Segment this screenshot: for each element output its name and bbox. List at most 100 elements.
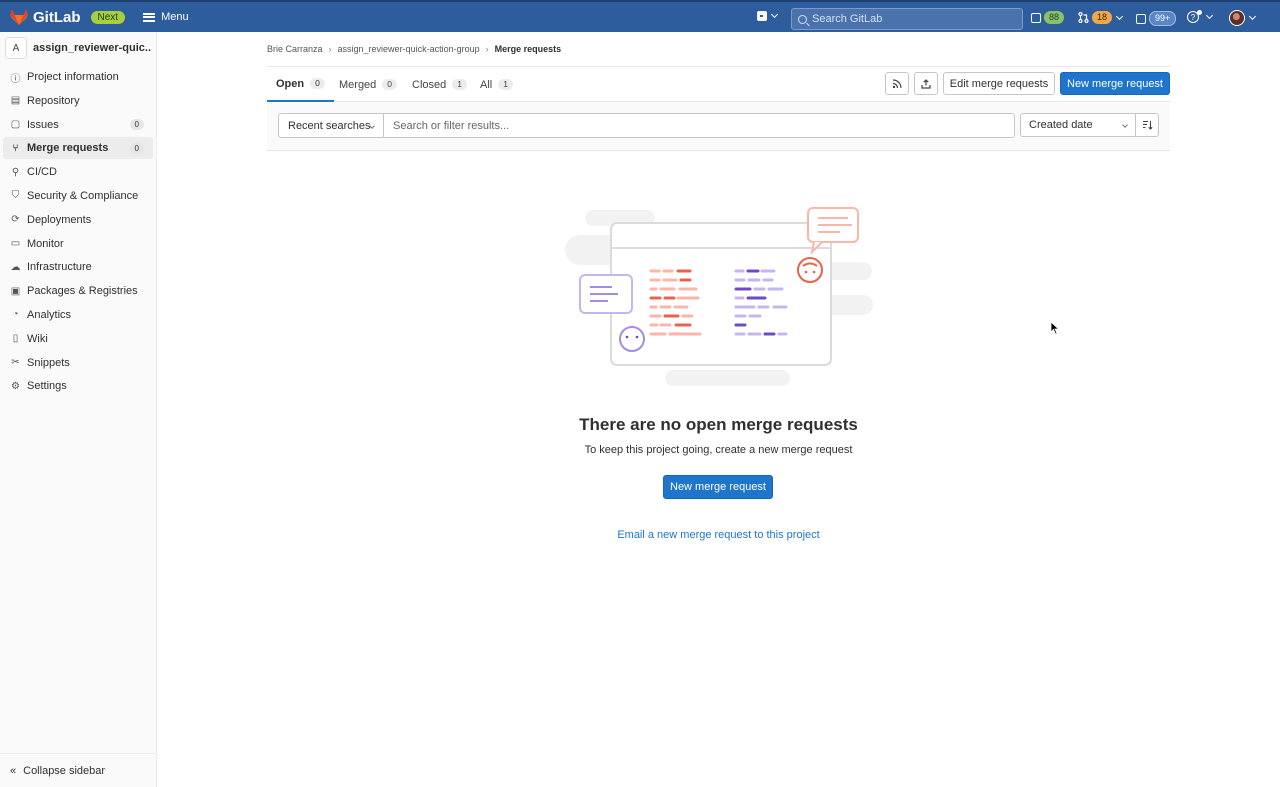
issues-count-badge: 88 (1044, 11, 1065, 24)
sidebar-item-repository[interactable]: ▤ Repository (3, 90, 153, 112)
merge-requests-shortcut[interactable]: 18 (1078, 11, 1124, 24)
user-avatar (1229, 10, 1245, 26)
sidebar-item-label: Issues (27, 118, 59, 131)
sidebar-item-label: Infrastructure (27, 261, 92, 274)
tab-label: All (480, 78, 493, 91)
sidebar-item-label: Merge requests (27, 142, 109, 155)
issues-icon: ▢ (10, 119, 21, 131)
project-avatar: A (5, 37, 27, 59)
sidebar-item-analytics[interactable]: ◔ Analytics (3, 304, 153, 326)
sidebar-item-label: Snippets (27, 356, 70, 369)
merge-request-icon (1078, 12, 1089, 23)
breadcrumb-user-link[interactable]: Brie Carranza (267, 44, 323, 54)
sidebar-item-deployments[interactable]: ⟳ Deployments (3, 209, 153, 231)
chevron-down-icon (1122, 122, 1128, 128)
sidebar-item-project-information[interactable]: ⓘ Project information (3, 66, 153, 88)
gitlab-logo-icon (10, 9, 28, 25)
sidebar-item-label: Settings (27, 380, 67, 393)
sidebar-item-settings[interactable]: ⚙ Settings (3, 375, 153, 397)
recent-searches-dropdown[interactable]: Recent searches (278, 113, 384, 138)
collapse-sidebar-button[interactable]: « Collapse sidebar (0, 753, 156, 787)
user-menu[interactable] (1229, 10, 1257, 26)
export-button[interactable] (914, 72, 938, 95)
issues-count-badge: 0 (129, 119, 144, 131)
new-merge-request-button[interactable]: New merge request (1060, 72, 1170, 95)
sort-label: Created date (1029, 119, 1093, 131)
breadcrumb: Brie Carranza › assign_reviewer-quick-ac… (267, 44, 561, 54)
filter-bar: Recent searches Search or filter results… (267, 103, 1170, 151)
project-sidebar: A assign_reviewer-quic... ⓘ Project infor… (0, 32, 157, 787)
filter-search-placeholder: Search or filter results... (393, 119, 510, 132)
tab-label: Closed (412, 78, 447, 91)
scissors-icon: ✂ (11, 357, 20, 369)
chart-icon: ◔ (12, 309, 19, 321)
merge-requests-count-badge: 18 (1092, 11, 1113, 24)
shield-icon: ⛉ (11, 190, 20, 202)
recent-searches-label: Recent searches (288, 119, 371, 132)
breadcrumb-current[interactable]: Merge requests (495, 44, 562, 54)
tab-count: 1 (498, 79, 513, 90)
sidebar-item-label: Analytics (27, 308, 72, 321)
sidebar-item-issues[interactable]: ▢ Issues 0 (3, 114, 153, 136)
tab-closed[interactable]: Closed 1 (412, 67, 467, 102)
global-search-placeholder: Search GitLab (812, 13, 883, 25)
sidebar-item-monitor[interactable]: ▭ Monitor (3, 233, 153, 255)
tab-label: Merged (339, 78, 377, 91)
sidebar-item-label: Monitor (27, 237, 64, 250)
sidebar-item-wiki[interactable]: ▯ Wiki (3, 328, 153, 350)
mouse-cursor-icon (1050, 321, 1059, 335)
sort-direction-button[interactable] (1135, 113, 1159, 137)
rocket-icon: ⚲ (11, 166, 20, 178)
gear-icon: ⚙ (11, 380, 20, 392)
tab-open[interactable]: Open 0 (267, 67, 334, 102)
chevron-down-icon (770, 10, 779, 19)
plus-square-icon (757, 11, 767, 21)
sidebar-item-label: Wiki (27, 332, 48, 345)
sidebar-item-cicd[interactable]: ⚲ CI/CD (3, 161, 153, 183)
merge-request-tabs: Open 0 Merged 0 Closed 1 All 1 Edit merge re… (267, 66, 1170, 102)
tab-count: 1 (452, 79, 467, 90)
chevron-right-icon: › (485, 44, 489, 54)
empty-state-new-merge-request-button[interactable]: New merge request (663, 475, 773, 499)
sort-dropdown[interactable]: Created date (1020, 113, 1136, 137)
empty-state-illustration (565, 207, 873, 386)
collapse-sidebar-label: Collapse sidebar (23, 764, 106, 777)
filter-search-input[interactable]: Search or filter results... (383, 113, 1015, 138)
sidebar-item-label: CI/CD (27, 166, 57, 179)
menu-button[interactable]: Menu (143, 11, 189, 23)
merge-requests-count-badge: 0 (129, 142, 144, 154)
rss-button[interactable] (885, 72, 909, 95)
empty-state-title: There are no open merge requests (579, 415, 858, 434)
sidebar-item-snippets[interactable]: ✂ Snippets (3, 352, 153, 374)
rss-icon (892, 78, 902, 88)
todos-shortcut[interactable]: 99+ (1136, 11, 1177, 26)
tab-count: 0 (382, 79, 398, 90)
edit-merge-requests-button[interactable]: Edit merge requests (943, 72, 1055, 95)
cloud-gear-icon: ☁ (10, 261, 21, 273)
chevron-down-icon (1248, 12, 1257, 21)
sidebar-item-label: Packages & Registries (27, 285, 138, 298)
sidebar-item-infrastructure[interactable]: ☁ Infrastructure (3, 256, 153, 278)
monitor-icon: ▭ (10, 238, 21, 250)
breadcrumb-project-link[interactable]: assign_reviewer-quick-action-group (338, 44, 480, 54)
sidebar-item-security[interactable]: ⛉ Security & Compliance (3, 185, 153, 207)
sidebar-item-packages[interactable]: ▣ Packages & Registries (3, 280, 153, 302)
sidebar-item-label: Project information (27, 71, 119, 83)
todo-icon (1136, 13, 1146, 24)
sidebar-item-merge-requests[interactable]: ⑂ Merge requests 0 (3, 137, 153, 160)
issues-shortcut[interactable]: 88 (1031, 11, 1065, 24)
tab-all[interactable]: All 1 (480, 67, 513, 102)
new-dropdown-button[interactable] (757, 10, 779, 21)
email-merge-request-link[interactable]: Email a new merge request to this projec… (267, 529, 1170, 541)
chevron-down-icon (1205, 11, 1214, 20)
sort-direction-icon (1142, 120, 1153, 130)
next-badge[interactable]: Next (90, 10, 126, 24)
help-dropdown[interactable]: ? (1187, 9, 1214, 23)
project-header[interactable]: A assign_reviewer-quic... (0, 32, 156, 64)
chevron-right-icon: › (328, 44, 332, 54)
gitlab-home-link[interactable]: GitLab (10, 9, 81, 26)
sidebar-item-label: Security & Compliance (27, 189, 139, 202)
global-search-input[interactable]: Search GitLab (791, 8, 1023, 30)
tab-merged[interactable]: Merged 0 (339, 67, 398, 102)
todos-count-badge: 99+ (1149, 11, 1177, 26)
